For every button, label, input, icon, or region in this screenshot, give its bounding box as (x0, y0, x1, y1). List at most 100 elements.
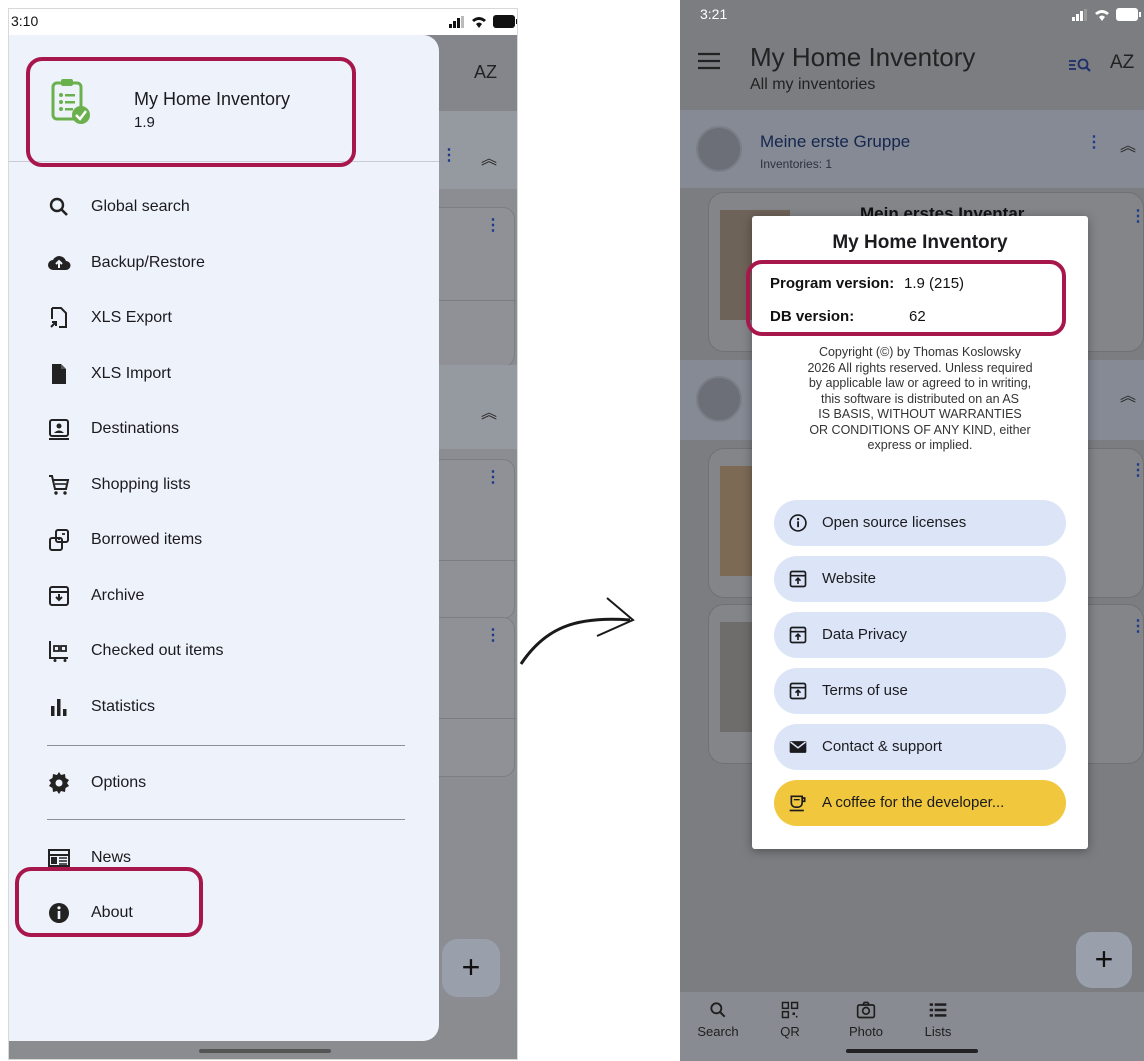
cart-icon (49, 475, 70, 495)
copyright-line: express or implied. (867, 438, 973, 452)
nav-photo[interactable]: Photo (836, 1000, 896, 1039)
divider (47, 819, 405, 820)
menu-item-checked-out-items[interactable]: Checked out items (9, 626, 439, 676)
open-link-icon (789, 682, 807, 700)
coffee-icon (789, 795, 806, 812)
more-icon[interactable]: ⋮ (1130, 616, 1144, 636)
add-fab-button[interactable]: + (442, 939, 500, 997)
divider (47, 745, 405, 746)
search-list-icon[interactable] (1068, 56, 1092, 74)
cloud-upload-icon (48, 256, 71, 270)
menu-item-destinations[interactable]: Destinations (9, 404, 439, 454)
app-subtitle: All my inventories (750, 76, 876, 93)
wifi-icon (1095, 9, 1109, 21)
sort-icon: AZ (474, 62, 498, 82)
borrowed-icon (49, 529, 69, 551)
highlight-box-about (15, 867, 203, 937)
open-source-licenses-button[interactable]: Open source licenses (774, 500, 1066, 546)
nav-label: QR (780, 1024, 800, 1039)
status-bar: 3:21 (680, 0, 1144, 30)
list-icon (929, 1003, 947, 1017)
button-label: Contact & support (822, 738, 943, 755)
status-icons (449, 15, 517, 28)
file-export-icon (50, 307, 67, 328)
menu-item-shopping-lists[interactable]: Shopping lists (9, 460, 439, 510)
sort-az-icon[interactable]: AZ (1110, 52, 1134, 74)
menu-item-label: Destinations (91, 420, 180, 437)
collapse-icon[interactable]: ︽ (1120, 382, 1136, 406)
menu-item-statistics[interactable]: Statistics (9, 682, 439, 732)
button-label: Open source licenses (822, 514, 967, 531)
contact-support-button[interactable]: Contact & support (774, 724, 1066, 770)
app-title: My Home Inventory (750, 42, 976, 72)
highlight-box-versions (746, 260, 1066, 336)
nav-qr[interactable]: QR (760, 1000, 820, 1039)
menu-item-borrowed-items[interactable]: Borrowed items (9, 515, 439, 565)
coffee-donation-button[interactable]: A coffee for the developer... (774, 780, 1066, 826)
left-phone-screenshot: 3:10 AZ ⋮ ︽ ⋮ ︽ ⋮ ⋮ + My Home Inventory … (8, 8, 518, 1060)
status-bar: 3:10 (9, 9, 517, 35)
dialog-title: My Home Inventory (832, 232, 1008, 253)
copyright-line: Copyright (©) by Thomas Koslowsky (818, 345, 1022, 359)
status-icons (1072, 8, 1142, 21)
search-icon (710, 1002, 726, 1018)
menu-item-label: XLS Export (91, 309, 172, 326)
terms-of-use-button[interactable]: Terms of use (774, 668, 1066, 714)
website-button[interactable]: Website (774, 556, 1066, 602)
home-indicator (199, 1049, 331, 1053)
nav-search[interactable]: Search (688, 1000, 748, 1039)
data-privacy-button[interactable]: Data Privacy (774, 612, 1066, 658)
menu-icon[interactable] (698, 52, 720, 70)
copyright-line: IS BASIS, WITHOUT WARRANTIES (818, 407, 1022, 421)
menu-item-xls-import[interactable]: XLS Import (9, 349, 439, 399)
search-icon (49, 197, 68, 216)
highlight-box-app-header (26, 57, 356, 167)
arrow-icon (519, 597, 635, 665)
file-icon (52, 364, 66, 384)
copyright-text: Copyright (©) by Thomas Koslowsky 2026 A… (772, 345, 1068, 454)
menu-item-label: Archive (91, 587, 145, 604)
archive-icon (49, 586, 69, 606)
camera-icon (856, 1001, 876, 1019)
collapse-icon: ︽ (481, 151, 498, 168)
collapse-icon[interactable]: ︽ (1120, 132, 1136, 156)
mail-icon (789, 741, 807, 753)
nav-label: Search (697, 1024, 739, 1039)
nav-lists[interactable]: Lists (908, 1000, 968, 1039)
menu-item-options[interactable]: Options (9, 758, 439, 808)
copyright-line: by applicable law or agreed to in writin… (808, 376, 1032, 390)
menu-item-label: Global search (91, 198, 190, 215)
wifi-icon (472, 16, 486, 28)
more-icon[interactable]: ⋮ (1086, 132, 1102, 152)
signal-icon (449, 15, 464, 28)
more-icon: ⋮ (441, 147, 457, 164)
open-link-icon (789, 570, 807, 588)
menu-item-xls-export[interactable]: XLS Export (9, 293, 439, 343)
menu-item-label: XLS Import (91, 365, 172, 382)
battery-icon (493, 15, 517, 28)
signal-icon (1072, 8, 1087, 21)
menu-item-backup-restore[interactable]: Backup/Restore (9, 238, 439, 288)
menu-item-label: Backup/Restore (91, 254, 205, 271)
menu-item-label: News (91, 849, 132, 866)
status-time: 3:10 (11, 13, 39, 29)
more-icon: ⋮ (485, 469, 501, 486)
copyright-line: this software is distributed on an AS (820, 391, 1020, 406)
more-icon: ⋮ (485, 217, 501, 234)
checked-out-icon (49, 641, 68, 662)
archive-box-icon (696, 126, 742, 172)
home-indicator (846, 1049, 978, 1053)
menu-item-global-search[interactable]: Global search (9, 182, 439, 232)
more-icon[interactable]: ⋮ (1130, 460, 1144, 480)
add-fab-button[interactable]: + (1076, 932, 1132, 988)
button-label: A coffee for the developer... (822, 794, 1005, 811)
menu-item-archive[interactable]: Archive (9, 571, 439, 621)
collapse-icon: ︽ (481, 405, 498, 422)
button-label: Terms of use (822, 682, 908, 699)
more-icon[interactable]: ⋮ (1130, 206, 1144, 226)
menu-item-label: Checked out items (91, 642, 224, 659)
button-label: Data Privacy (822, 626, 908, 643)
info-icon (789, 514, 807, 532)
group-header (680, 110, 1144, 188)
bar-chart-icon (51, 699, 67, 716)
